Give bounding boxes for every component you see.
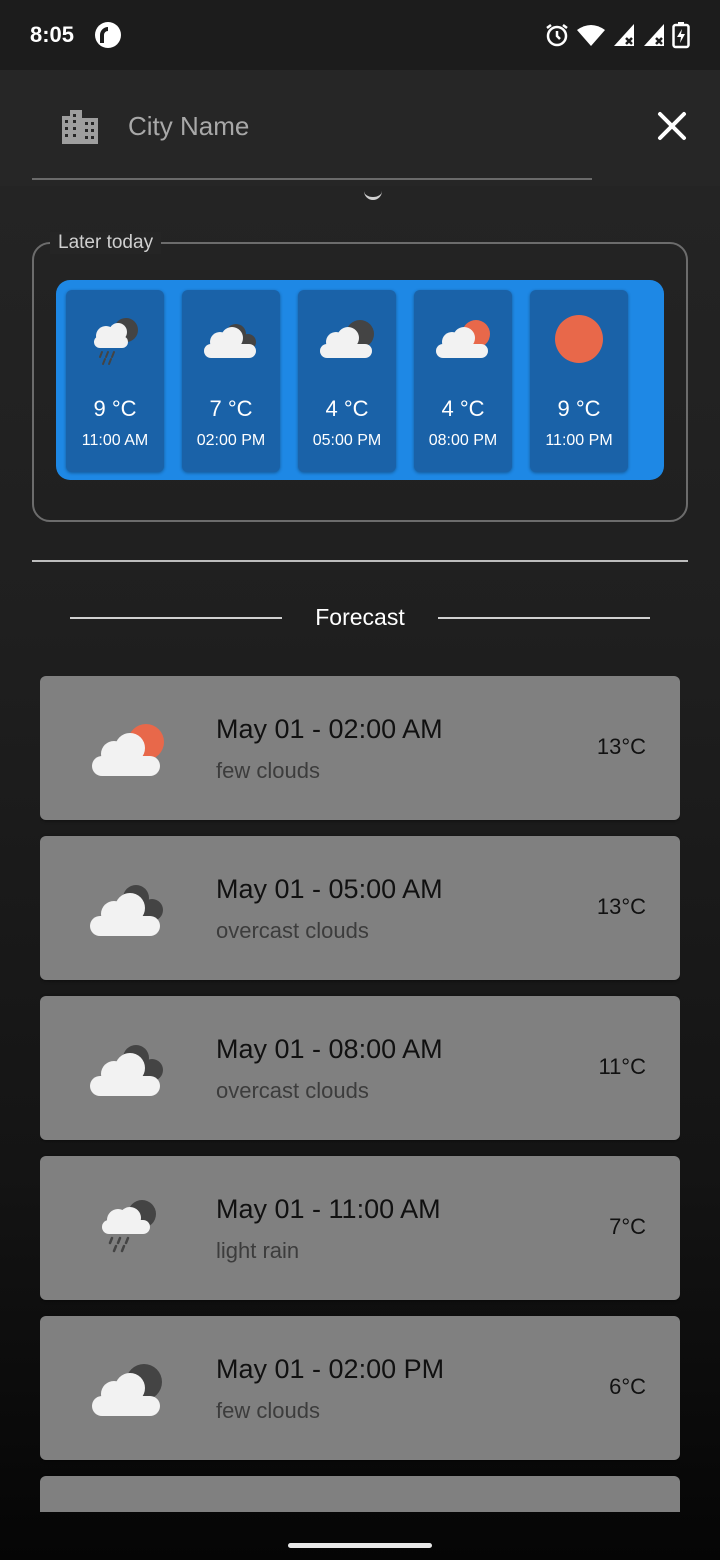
forecast-heading: Forecast	[0, 604, 720, 634]
city-search-bar	[0, 70, 720, 186]
forecast-description: light rain	[216, 1238, 300, 1263]
city-building-icon	[62, 110, 98, 144]
heading-rule	[70, 617, 282, 619]
section-divider	[32, 560, 688, 562]
overcast-cloud-icon	[90, 885, 163, 936]
status-icons	[544, 21, 690, 49]
alarm-icon	[546, 24, 568, 47]
hourly-strip[interactable]: 9 °C 11:00 AM 7 °C 02:00 PM 4 °C 05:00 P…	[56, 280, 664, 480]
forecast-description: overcast clouds	[216, 1078, 369, 1103]
forecast-card[interactable]: May 01 - 11:00 AM light rain 7°C	[40, 1156, 680, 1300]
hour-card[interactable]: 9 °C 11:00 AM	[66, 290, 164, 472]
rain-cloud-icon	[94, 318, 138, 365]
battery-charging-icon	[672, 22, 690, 49]
sun-icon	[555, 315, 603, 363]
forecast-title: Forecast	[315, 604, 405, 630]
forecast-description: few clouds	[216, 1398, 320, 1423]
forecast-datetime: May 01 - 02:00 PM	[216, 1354, 445, 1384]
forecast-datetime: May 01 - 11:00 AM	[216, 1194, 441, 1224]
status-time: 8:05	[30, 22, 75, 47]
hour-time: 11:00 AM	[81, 432, 149, 449]
forecast-datetime: May 01 - 08:00 AM	[216, 1034, 443, 1064]
overcast-cloud-icon	[204, 324, 256, 358]
scroll-peek-indicator	[364, 190, 382, 200]
wifi-icon	[577, 25, 605, 46]
forecast-card[interactable]: May 01 - 02:00 AM few clouds 13°C	[40, 676, 680, 820]
forecast-card[interactable]	[40, 1476, 680, 1512]
forecast-datetime: May 01 - 02:00 AM	[216, 714, 443, 744]
hour-time: 08:00 PM	[428, 432, 498, 449]
signal-icon	[644, 24, 664, 46]
forecast-card[interactable]: May 01 - 05:00 AM overcast clouds 13°C	[40, 836, 680, 980]
later-today-label: Later today	[50, 232, 162, 254]
hour-card[interactable]: 4 °C 05:00 PM	[298, 290, 396, 472]
hour-time: 11:00 PM	[545, 432, 613, 449]
forecast-description: few clouds	[216, 758, 320, 783]
cloud-sun-icon	[436, 320, 490, 358]
forecast-card[interactable]: May 01 - 08:00 AM overcast clouds 11°C	[40, 996, 680, 1140]
hour-card[interactable]: 7 °C 02:00 PM	[182, 290, 280, 472]
overcast-cloud-icon	[90, 1045, 163, 1096]
forecast-description: overcast clouds	[216, 918, 369, 943]
hour-temp: 9 °C	[93, 396, 137, 421]
signal-icon	[614, 24, 634, 46]
hour-temp: 4 °C	[325, 396, 369, 421]
cloud-dark-sun-icon	[92, 1364, 162, 1416]
close-icon[interactable]	[652, 106, 692, 146]
hour-temp: 4 °C	[441, 396, 485, 421]
forecast-card[interactable]: May 01 - 02:00 PM few clouds 6°C	[40, 1316, 680, 1460]
home-indicator[interactable]	[288, 1543, 432, 1548]
hour-card[interactable]: 9 °C 11:00 PM	[530, 290, 628, 472]
forecast-temp: 6°C	[609, 1374, 646, 1399]
hour-card[interactable]: 4 °C 08:00 PM	[414, 290, 512, 472]
hour-temp: 7 °C	[209, 396, 253, 421]
forecast-list[interactable]: May 01 - 02:00 AM few clouds 13°C May 01…	[40, 676, 680, 1512]
city-name-input[interactable]	[128, 106, 568, 146]
forecast-temp: 7°C	[609, 1214, 646, 1239]
hour-time: 02:00 PM	[196, 432, 266, 449]
hour-temp: 9 °C	[557, 396, 601, 421]
forecast-temp: 13°C	[596, 734, 646, 759]
pocket-casts-icon	[95, 22, 122, 48]
forecast-datetime: May 01 - 05:00 AM	[216, 874, 443, 904]
heading-rule	[438, 617, 650, 619]
forecast-temp: 13°C	[596, 894, 646, 919]
later-today-panel: Later today 9 °C 11:00 AM 7 °C 02:00 PM …	[32, 232, 688, 522]
cloud-sun-icon	[92, 724, 164, 776]
rain-cloud-icon	[102, 1200, 156, 1253]
search-underline	[32, 178, 592, 180]
forecast-temp: 11°C	[598, 1054, 646, 1079]
cloud-dark-sun-icon	[320, 320, 374, 358]
status-bar: 8:05	[0, 0, 720, 70]
hour-time: 05:00 PM	[312, 432, 382, 449]
